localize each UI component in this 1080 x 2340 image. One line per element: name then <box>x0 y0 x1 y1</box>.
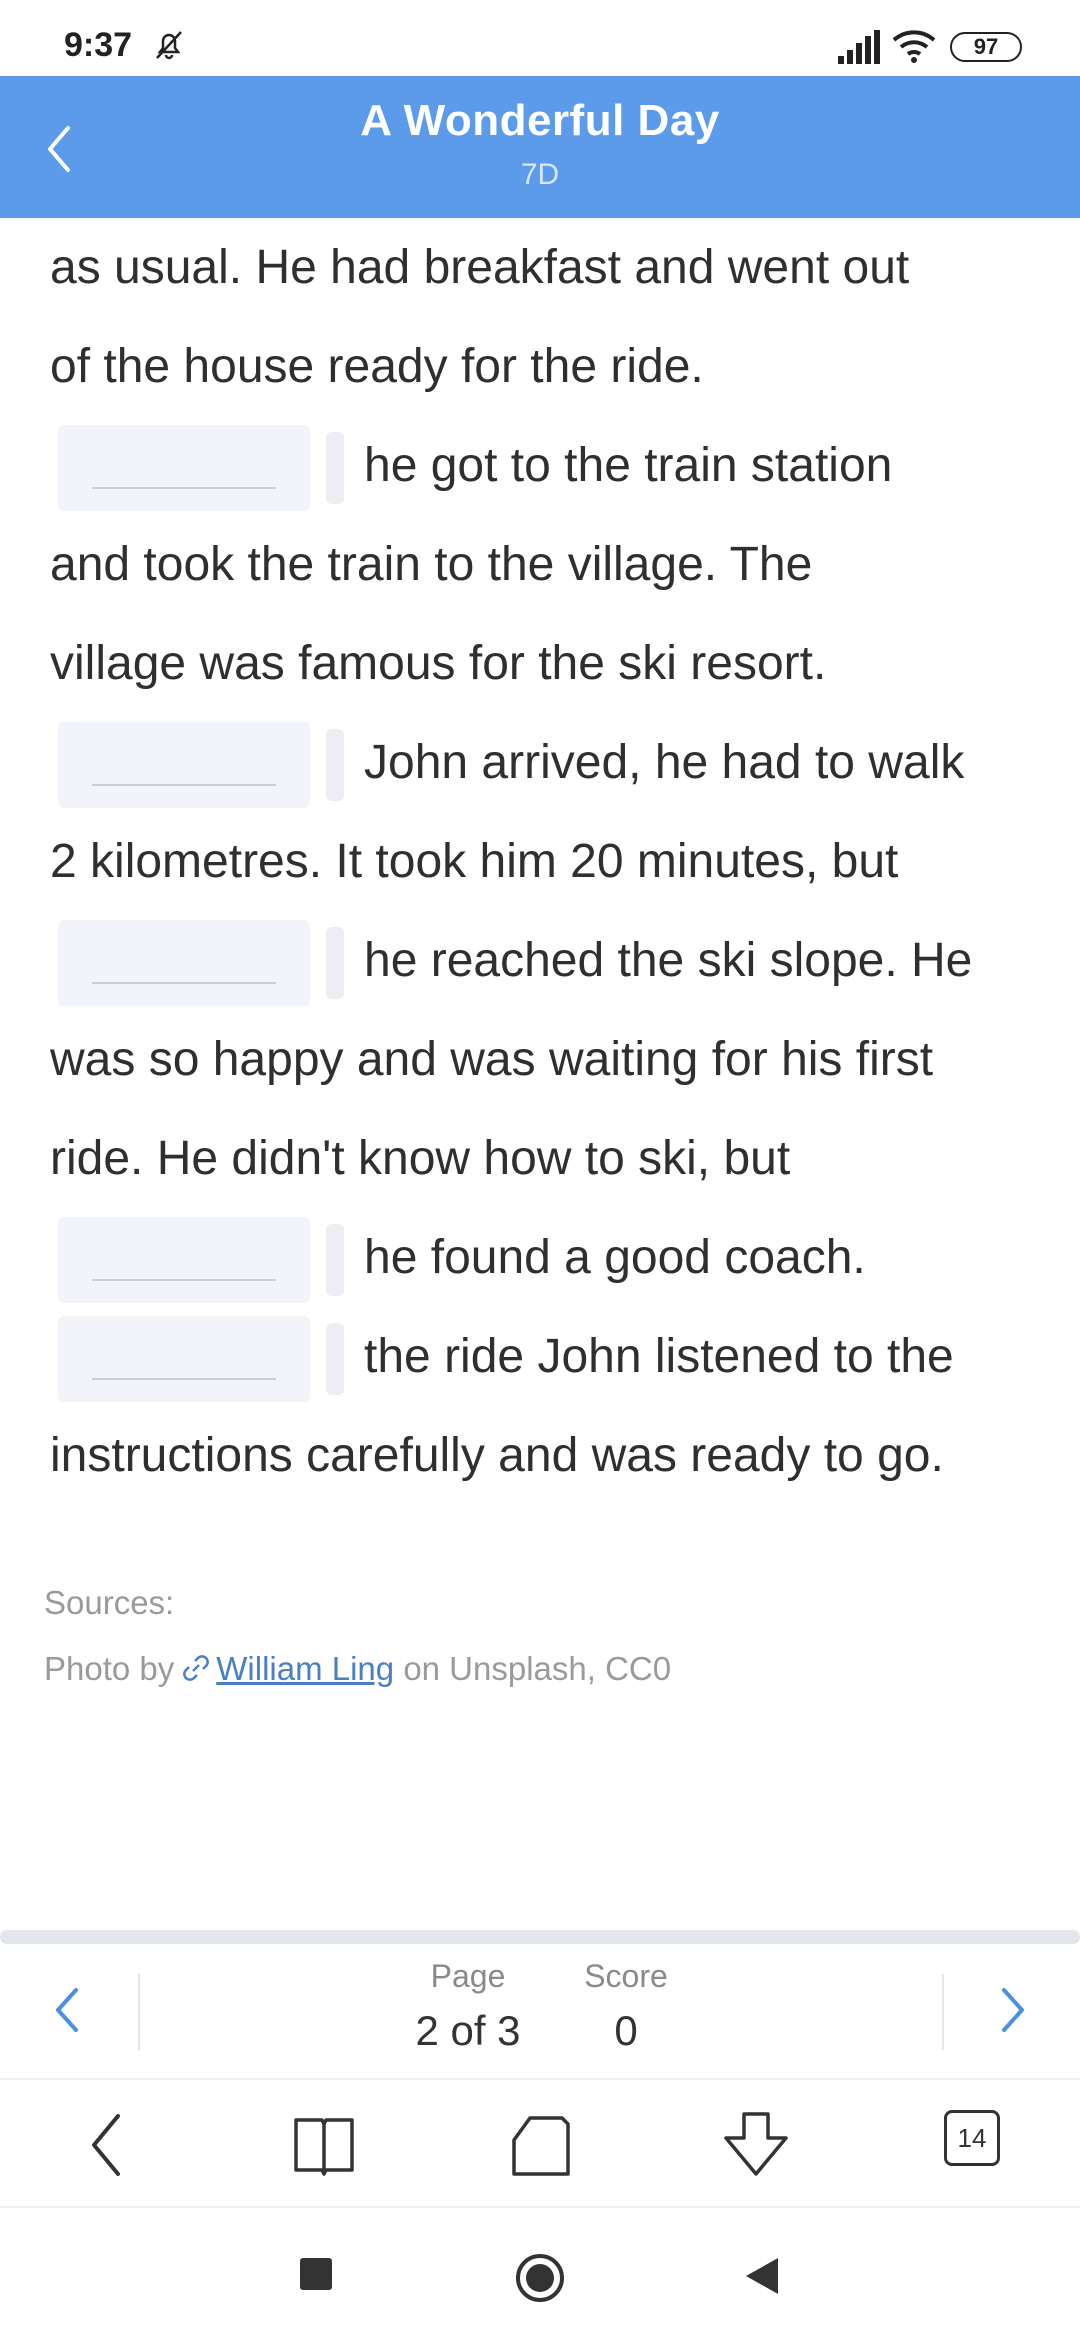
system-back-icon[interactable] <box>744 2256 780 2296</box>
score-value: 0 <box>614 2007 638 2054</box>
browser-back-button[interactable] <box>68 2110 148 2180</box>
text-line: village was famous for the ski resort. <box>50 614 826 713</box>
tabs-button[interactable]: 14 <box>944 2110 1000 2166</box>
pager-divider <box>0 1930 1080 1944</box>
page-indicator: Page 2 of 3 <box>398 1958 538 2055</box>
credit-prefix: Photo by <box>44 1650 175 1687</box>
pager-separator <box>942 1974 944 2050</box>
text-line: of the house ready for the ride. <box>50 317 704 416</box>
line-text: he got to the train station <box>364 439 893 492</box>
download-icon <box>724 2112 788 2176</box>
photo-credit: Photo by William Ling on Unsplash, CC0 <box>44 1650 671 1688</box>
text-line: John arrived, he had to walk <box>50 713 964 812</box>
score-label: Score <box>584 1958 668 1994</box>
gap-handle[interactable] <box>326 1224 344 1297</box>
line-text: John arrived, he had to walk <box>364 736 965 789</box>
wifi-icon <box>892 30 936 63</box>
text-line: ride. He didn't know how to ski, but <box>50 1109 790 1208</box>
answer-gap[interactable] <box>58 920 310 1007</box>
gap-handle[interactable] <box>326 1323 344 1396</box>
line-text: he reached the ski slope. He <box>364 934 973 987</box>
answer-gap[interactable] <box>58 1316 310 1403</box>
text-line: instructions carefully and was ready to … <box>50 1406 944 1505</box>
previous-page-button[interactable] <box>44 1980 94 2040</box>
status-bar: 9:37 97 <box>0 0 1080 76</box>
recents-icon[interactable] <box>300 2258 332 2290</box>
page-title: A Wonderful Day <box>360 96 720 145</box>
chevron-right-icon <box>1002 1988 1024 2032</box>
line-text: instructions carefully and was ready to … <box>50 1429 944 1482</box>
pager-separator <box>138 1974 140 2050</box>
line-text: he found a good coach. <box>364 1231 866 1284</box>
browser-toolbar: 14 <box>0 2078 1080 2208</box>
line-text: ride. He didn't know how to ski, but <box>50 1132 791 1185</box>
browser-home-button[interactable] <box>500 2110 580 2180</box>
pager-bar: Page 2 of 3 Score 0 <box>0 1944 1080 2078</box>
status-time: 9:37 <box>64 26 133 64</box>
link-icon <box>183 1655 210 1681</box>
text-line: he reached the ski slope. He <box>50 911 972 1010</box>
system-home-icon[interactable] <box>514 2252 566 2304</box>
text-line: 2 kilometres. It took him 20 minutes, bu… <box>50 812 898 911</box>
text-line: and took the train to the village. The <box>50 515 812 614</box>
mute-alarm-icon <box>156 31 182 60</box>
battery-level: 97 <box>973 34 999 59</box>
next-page-button[interactable] <box>986 1980 1036 2040</box>
page-subtitle: 7D <box>520 158 560 191</box>
page-label: Page <box>430 1958 506 1994</box>
line-text: of the house ready for the ride. <box>50 340 704 393</box>
text-line: the ride John listened to the <box>50 1307 954 1406</box>
line-text: the ride John listened to the <box>364 1330 954 1383</box>
bookmarks-button[interactable] <box>284 2110 364 2180</box>
signal-icon <box>838 30 880 64</box>
system-navigation <box>0 2208 1080 2340</box>
back-icon <box>92 2114 120 2176</box>
line-text: and took the train to the village. The <box>50 538 813 591</box>
answer-gap[interactable] <box>58 1217 310 1304</box>
page-value: 2 of 3 <box>415 2007 521 2054</box>
line-text: 2 kilometres. It took him 20 minutes, bu… <box>50 835 899 888</box>
text-line: he got to the train station <box>50 416 892 515</box>
line-text: as usual. He had breakfast and went out <box>50 241 910 294</box>
battery-icon: 97 <box>950 32 1022 62</box>
answer-gap[interactable] <box>58 722 310 809</box>
line-text: village was famous for the ski resort. <box>50 637 827 690</box>
score-indicator: Score 0 <box>566 1958 686 2055</box>
credit-author-link[interactable]: William Ling <box>216 1650 394 1687</box>
answer-gap[interactable] <box>58 425 310 512</box>
sources-label: Sources: <box>44 1584 175 1621</box>
chevron-left-icon <box>56 1988 78 2032</box>
credit-suffix: on Unsplash, CC0 <box>403 1650 672 1687</box>
download-button[interactable] <box>716 2110 796 2180</box>
text-line: was so happy and was waiting for his fir… <box>50 1010 933 1109</box>
home-icon <box>512 2116 570 2176</box>
gap-handle[interactable] <box>326 729 344 802</box>
text-line: he found a good coach. <box>50 1208 866 1307</box>
line-text: was so happy and was waiting for his fir… <box>50 1033 934 1086</box>
gap-handle[interactable] <box>326 432 344 505</box>
gap-handle[interactable] <box>326 927 344 1000</box>
text-line: as usual. He had breakfast and went out <box>50 218 909 317</box>
app-header: A Wonderful Day 7D <box>0 76 1080 218</box>
